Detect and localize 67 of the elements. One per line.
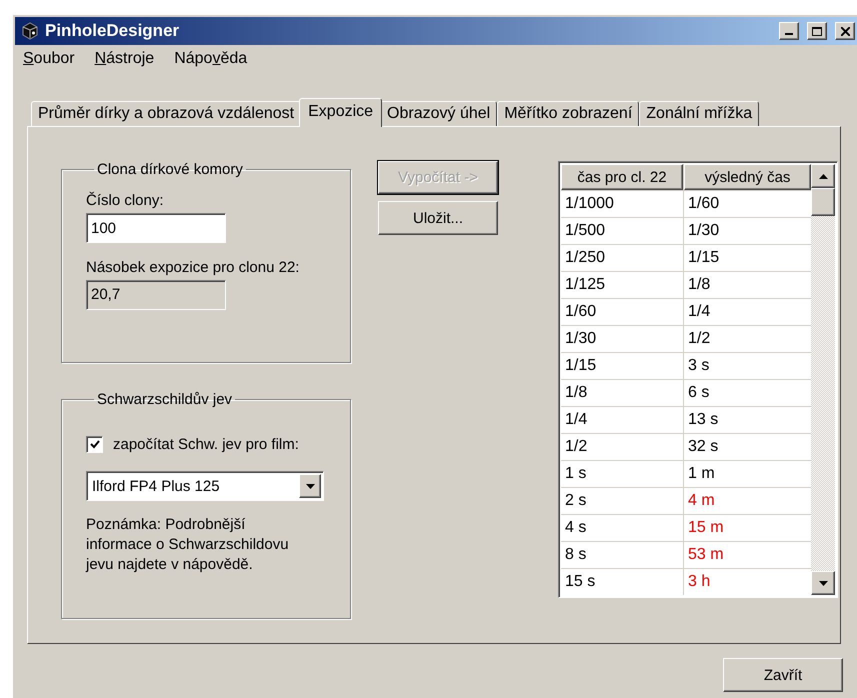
table-cell: 1/15 — [684, 245, 811, 271]
table-cell: 8 s — [561, 542, 683, 568]
scroll-up-button[interactable] — [811, 164, 835, 188]
table-cell: 1/4 — [684, 299, 811, 325]
maximize-icon — [812, 26, 822, 36]
tab[interactable]: Obrazový úhel — [380, 101, 498, 126]
close-button[interactable] — [835, 22, 855, 40]
table-cell: 1/8 — [561, 380, 683, 406]
table-cell: 1/60 — [561, 299, 683, 325]
close-icon — [840, 26, 850, 36]
table-cell: 1 m — [684, 461, 811, 487]
film-dropdown[interactable]: Ilford FP4 Plus 125 — [86, 471, 324, 501]
menu-item[interactable]: Nástroje — [94, 50, 154, 76]
window-title: PinholeDesigner — [45, 21, 180, 41]
menu-item[interactable]: Nápověda — [174, 50, 248, 76]
note-text: Poznámka: Podrobnější informace o Schwarzschildovu jevu najdete v nápovědě. — [86, 515, 290, 575]
table-cell: 3 s — [684, 353, 811, 379]
check-icon — [90, 440, 100, 449]
tab[interactable]: Zonální mřížka — [639, 101, 760, 126]
field-label: Násobek expozice pro clonu 22: — [86, 259, 300, 276]
field-label: Číslo clony: — [86, 192, 165, 209]
table-cell: 3 h — [684, 569, 811, 595]
menu-item[interactable]: Soubor — [23, 50, 75, 76]
table-cell: 1 s — [561, 461, 683, 487]
table-cell: 1/1000 — [561, 191, 683, 217]
table-cell: 53 m — [684, 542, 811, 568]
input-field[interactable]: 100 — [86, 213, 226, 243]
tab[interactable]: Expozice — [299, 98, 382, 127]
tab[interactable]: Měřítko zobrazení — [497, 101, 640, 126]
caret-icon — [306, 484, 314, 488]
box-icon — [21, 22, 39, 40]
up-arrow-icon — [818, 174, 828, 178]
group-title: Schwarzschildův jev — [96, 391, 234, 408]
tab[interactable]: Průměr dírky a obrazová vzdálenost — [31, 101, 302, 126]
table-cell: 1/15 — [561, 353, 683, 379]
table-cell: 1/4 — [561, 407, 683, 433]
maximize-button[interactable] — [807, 22, 827, 40]
save-button[interactable]: Uložit... — [378, 201, 498, 235]
column-header[interactable]: výsledný čas — [684, 164, 811, 190]
checkbox-label: započítat Schw. jev pro film: — [113, 436, 299, 453]
table-cell: 1/125 — [561, 272, 683, 298]
table-cell: 4 m — [684, 488, 811, 514]
scrollbar[interactable] — [811, 164, 835, 595]
minimize-button[interactable] — [779, 22, 799, 40]
down-arrow-icon — [818, 580, 828, 586]
value-display: 20,7 — [86, 280, 226, 310]
table-cell: 13 s — [684, 407, 811, 433]
table-cell: 1/2 — [561, 434, 683, 460]
table-cell: 1/250 — [561, 245, 683, 271]
checkbox[interactable] — [86, 436, 103, 453]
table-cell: 15 s — [561, 569, 683, 595]
close-dialog-button[interactable]: Zavřít — [723, 658, 843, 692]
scroll-thumb[interactable] — [811, 188, 835, 216]
column-header[interactable]: čas pro cl. 22 — [561, 164, 683, 190]
table-cell: 6 s — [684, 380, 811, 406]
table-cell: 1/30 — [684, 218, 811, 244]
table-cell: 1/8 — [684, 272, 811, 298]
table-cell: 1/30 — [561, 326, 683, 352]
table-cell: 1/60 — [684, 191, 811, 217]
scroll-down-button[interactable] — [811, 571, 835, 595]
table-cell: 1/500 — [561, 218, 683, 244]
table-cell: 32 s — [684, 434, 811, 460]
table-cell: 2 s — [561, 488, 683, 514]
table-cell: 15 m — [684, 515, 811, 541]
table-cell: 1/2 — [684, 326, 811, 352]
group-title: Clona dírkové komory — [96, 161, 244, 178]
table-cell: 4 s — [561, 515, 683, 541]
